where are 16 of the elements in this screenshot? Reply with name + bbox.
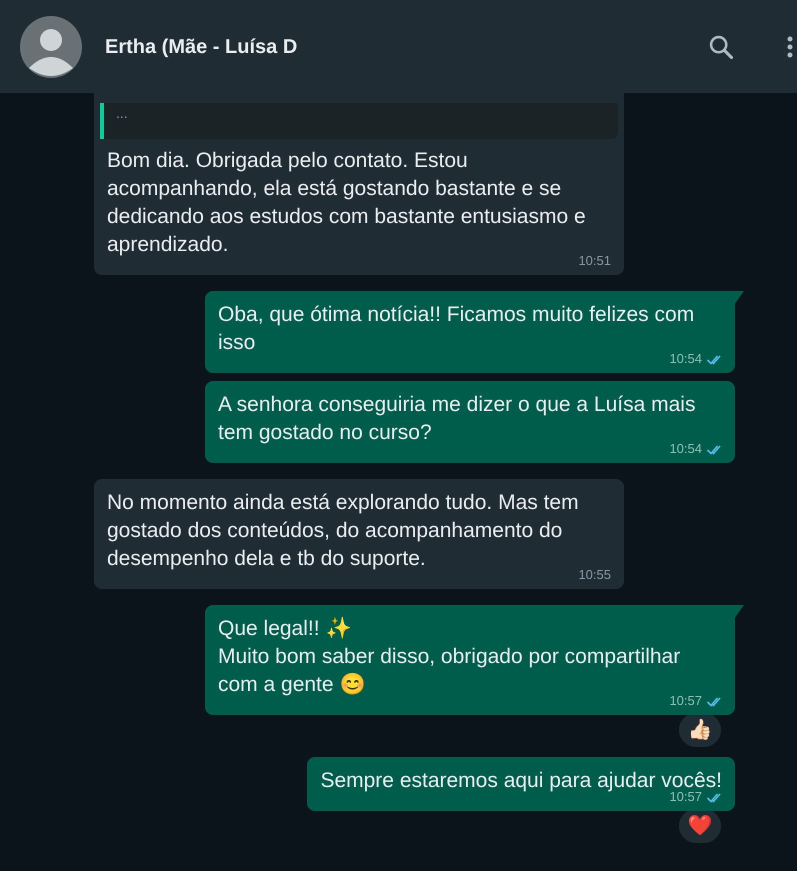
message-time: 10:57: [669, 693, 702, 709]
message-text: Que legal!! ✨ Muito bom saber disso, obrigado por compartilhar com a gente 😊: [218, 616, 680, 696]
message-text: Bom dia. Obrigada pelo contato. Estou acompanhando, ela está gostando bastante e se dedicando aos estudos com bastante entusiasmo e aprendizado.: [107, 148, 586, 256]
message-time: 10:57: [669, 789, 702, 805]
quoted-text: ...: [115, 104, 129, 123]
message-text: No momento ainda está explorando tudo. Mas tem gostado dos conteúdos, do acompanhamento do desempenho dela e tb do suporte.: [107, 490, 580, 572]
message-time: 10:54: [669, 441, 702, 457]
message-time: 10:51: [578, 253, 611, 269]
message-time: 10:55: [578, 567, 611, 583]
message-text: Sempre estaremos aqui para ajudar vocês!: [320, 768, 722, 792]
menu-icon[interactable]: [787, 34, 793, 58]
message-text: A senhora conseguiria me dizer o que a Luísa mais tem gostado no curso?: [218, 392, 696, 444]
avatar-icon[interactable]: [20, 16, 82, 78]
contact-name[interactable]: Ertha (Mãe - Luísa D: [105, 32, 330, 62]
message-time: 10:54: [669, 351, 702, 367]
message-text: Oba, que ótima notícia!! Ficamos muito felizes com isso: [218, 302, 694, 354]
